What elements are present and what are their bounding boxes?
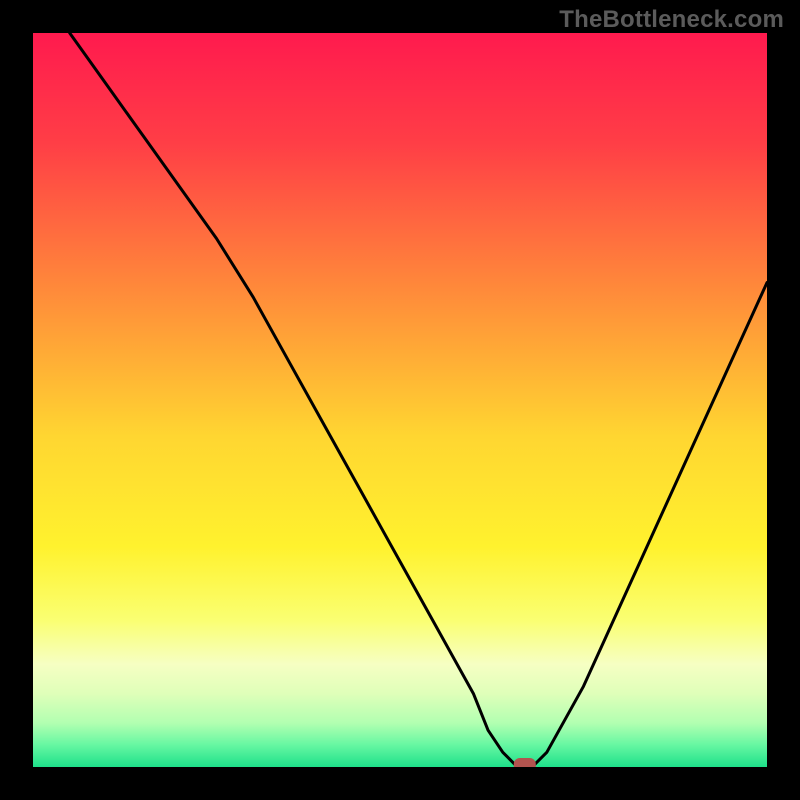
- bottleneck-chart: [33, 33, 767, 767]
- chart-background: [33, 33, 767, 767]
- optimal-marker: [514, 758, 536, 767]
- chart-frame: TheBottleneck.com: [0, 0, 800, 800]
- watermark-text: TheBottleneck.com: [559, 6, 784, 34]
